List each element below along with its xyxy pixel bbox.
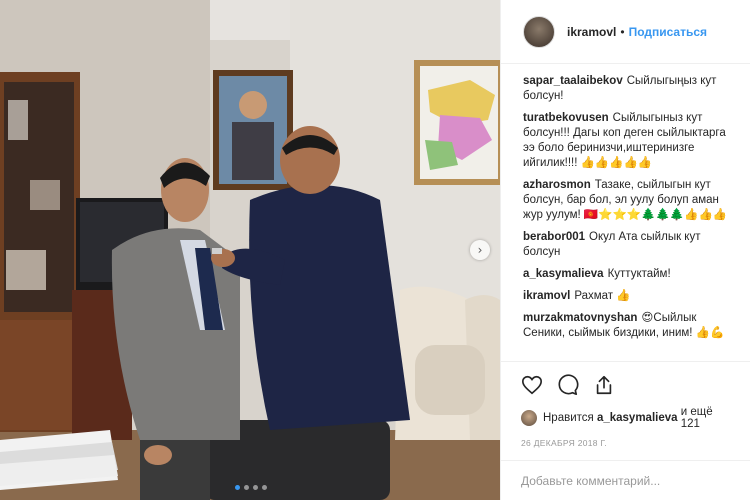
photo-scene — [0, 0, 500, 500]
instagram-post: › ikramovl • Подписаться sapar_taalaibek… — [0, 0, 750, 500]
comment: berabor001 Окул Ата сыйлык кут болсун — [523, 230, 738, 260]
follow-button[interactable]: Подписаться — [629, 25, 707, 39]
post-username[interactable]: ikramovl — [567, 25, 616, 39]
carousel-dot — [262, 485, 267, 490]
comment-text: Куттуктайм! — [607, 268, 671, 280]
likes-line: Нравится a_kasymalieva и ещё 121 — [521, 406, 734, 430]
comment-author[interactable]: sapar_taalaibekov — [523, 75, 623, 87]
carousel-dot — [253, 485, 258, 490]
comment-input[interactable] — [521, 473, 721, 488]
comment: sapar_taalaibekov Сыйлыгыңыз кут болсун! — [523, 74, 738, 104]
comment-author[interactable]: murzakmatovnyshan — [523, 312, 637, 324]
add-comment-bar — [501, 460, 750, 500]
post-photo[interactable]: › — [0, 0, 500, 500]
chevron-right-icon[interactable]: › — [470, 240, 490, 260]
comment: murzakmatovnyshan 😍Сыйлык Сеники, сыймык … — [523, 311, 738, 341]
comment: a_kasymalieva Куттуктайм! — [523, 267, 738, 282]
share-icon[interactable] — [593, 374, 615, 396]
comment-author[interactable]: ikramovl — [523, 290, 570, 302]
post-sidebar: ikramovl • Подписаться sapar_taalaibekov… — [500, 0, 750, 500]
comment-icon[interactable] — [557, 374, 579, 396]
post-actions: Нравится a_kasymalieva и ещё 121 26 ДЕКА… — [501, 361, 750, 500]
comment-text: Рахмат 👍 — [574, 290, 631, 302]
comment-author[interactable]: turatbekovusen — [523, 112, 609, 124]
comment-author[interactable]: azharosmon — [523, 179, 591, 191]
likes-prefix: Нравится — [543, 412, 594, 424]
carousel-dot — [235, 485, 240, 490]
carousel-dot — [244, 485, 249, 490]
likes-user[interactable]: a_kasymalieva — [597, 412, 678, 424]
likes-count[interactable]: и ещё 121 — [681, 406, 734, 430]
comments-list: sapar_taalaibekov Сыйлыгыңыз кут болсун! … — [501, 64, 750, 361]
heart-icon[interactable] — [521, 374, 543, 396]
post-date: 26 ДЕКАБРЯ 2018 Г. — [521, 438, 608, 448]
avatar[interactable] — [523, 15, 555, 48]
comment: turatbekovusen Сыйлыгыныз кут болсун!!! Д… — [523, 111, 738, 171]
comment: ikramovl Рахмат 👍 — [523, 289, 738, 304]
header-separator: • — [620, 24, 625, 39]
post-header: ikramovl • Подписаться — [501, 0, 750, 64]
comment-author[interactable]: a_kasymalieva — [523, 268, 604, 280]
comment: azharosmon Тазаке, сыйлыгын кут болсун, б… — [523, 178, 738, 223]
liker-avatar[interactable] — [521, 410, 537, 426]
carousel-dots — [235, 485, 267, 490]
comment-author[interactable]: berabor001 — [523, 231, 585, 243]
action-icons — [521, 372, 734, 398]
